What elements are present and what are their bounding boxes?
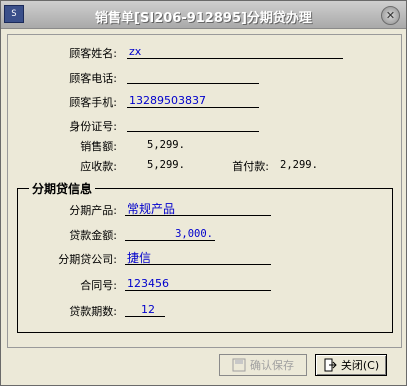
down-payment-value: 2,299. bbox=[280, 159, 318, 171]
product-label: 分期产品: bbox=[69, 204, 117, 217]
close-button-label: 关闭(C) bbox=[340, 359, 380, 372]
receivable-label: 应收款: bbox=[80, 160, 117, 173]
customer-phone-label: 顾客电话: bbox=[69, 72, 117, 85]
window-title: 销售单[SI206-912895]分期贷办理 bbox=[95, 11, 312, 26]
id-number-label: 身份证号: bbox=[69, 120, 117, 133]
loan-periods-field[interactable]: 12 bbox=[125, 303, 165, 317]
id-number-field[interactable] bbox=[127, 118, 259, 132]
contract-number-field[interactable]: 123456 bbox=[125, 277, 271, 291]
product-field[interactable]: 常规产品 bbox=[125, 202, 271, 216]
down-payment-label: 首付款: bbox=[232, 160, 269, 173]
loan-amount-field[interactable]: 3,000. bbox=[125, 227, 215, 241]
save-icon bbox=[232, 358, 246, 372]
loan-company-field[interactable]: 捷信 bbox=[125, 251, 271, 265]
customer-name-field[interactable]: zx bbox=[127, 45, 343, 59]
customer-phone-field[interactable] bbox=[127, 70, 259, 84]
sales-amount-label: 销售额: bbox=[80, 140, 117, 153]
loan-company-label: 分期贷公司: bbox=[58, 253, 117, 266]
confirm-save-label: 确认保存 bbox=[250, 359, 294, 372]
close-button[interactable]: 关闭(C) bbox=[315, 354, 387, 376]
receivable-value: 5,299. bbox=[147, 159, 185, 171]
loan-periods-label: 贷款期数: bbox=[69, 305, 117, 318]
dialog-window: S 销售单[SI206-912895]分期贷办理 ✕ 顾客姓名: zx 顾客电话… bbox=[0, 0, 407, 386]
confirm-save-button[interactable]: 确认保存 bbox=[219, 354, 307, 376]
sales-amount-value: 5,299. bbox=[147, 139, 185, 151]
installment-group-title: 分期贷信息 bbox=[29, 180, 96, 197]
customer-name-label: 顾客姓名: bbox=[69, 47, 117, 60]
close-icon[interactable]: ✕ bbox=[381, 6, 400, 25]
loan-amount-label: 贷款金额: bbox=[69, 229, 117, 242]
customer-mobile-label: 顾客手机: bbox=[69, 96, 117, 109]
title-bar[interactable]: S 销售单[SI206-912895]分期贷办理 ✕ bbox=[1, 1, 406, 29]
contract-number-label: 合同号: bbox=[80, 279, 117, 292]
exit-door-icon bbox=[323, 358, 337, 372]
customer-mobile-field[interactable]: 13289503837 bbox=[127, 94, 259, 108]
